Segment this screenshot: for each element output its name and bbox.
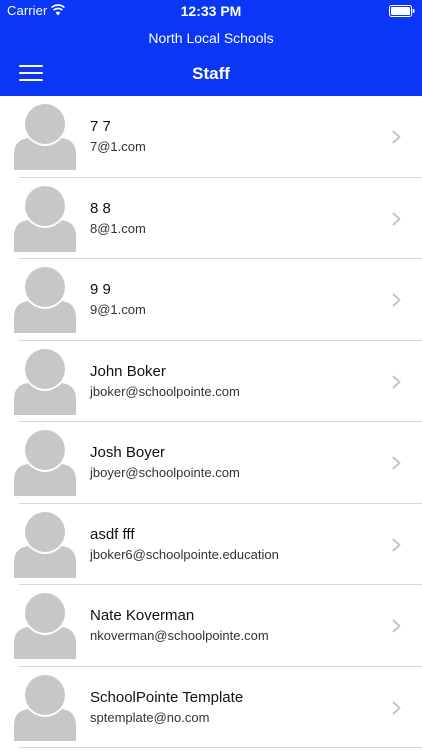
staff-name: SchoolPointe Template	[90, 688, 244, 706]
staff-row[interactable]: John Boker jboker@schoolpointe.com	[0, 341, 422, 422]
staff-email: jboyer@schoolpointe.com	[90, 465, 240, 480]
chevron-right-icon	[392, 456, 401, 470]
person-placeholder-icon	[14, 104, 76, 170]
row-separator	[19, 747, 422, 748]
nav-header: Carrier 12:33 PM North Local Schools Sta…	[0, 0, 422, 96]
staff-email: nkoverman@schoolpointe.com	[90, 628, 269, 643]
staff-list: 7 7 7@1.com 8 8 8@1.com 9 9 9@1.com John Boker…	[0, 96, 422, 750]
page-title: Staff	[192, 64, 230, 83]
chevron-right-icon	[392, 701, 401, 714]
status-time: 12:33 PM	[180, 3, 242, 19]
chevron-right-icon	[392, 212, 401, 225]
staff-row[interactable]: SchoolPointe Template sptemplate@no.com	[0, 667, 422, 748]
staff-name: Nate Koverman	[90, 607, 195, 624]
staff-row[interactable]: 9 9 9@1.com	[0, 259, 422, 341]
staff-email: jboker6@schoolpointe.education	[90, 546, 279, 562]
person-placeholder-icon	[14, 348, 76, 415]
person-placeholder-icon	[14, 593, 76, 659]
staff-name: 9 9	[90, 281, 111, 298]
battery-icon	[389, 5, 415, 17]
staff-email: jboker@schoolpointe.com	[90, 383, 240, 399]
person-placeholder-icon	[14, 185, 76, 252]
chevron-right-icon	[392, 619, 401, 633]
staff-row[interactable]: 7 7 7@1.com	[0, 96, 422, 178]
staff-email: 9@1.com	[90, 302, 146, 317]
status-bar: Carrier 12:33 PM	[0, 0, 422, 22]
org-name: North Local Schools	[148, 30, 274, 46]
staff-name: Josh Boyer	[90, 444, 166, 461]
staff-email: 8@1.com	[90, 220, 146, 236]
staff-email: 7@1.com	[90, 139, 146, 154]
staff-name: asdf fff	[90, 525, 135, 543]
staff-name: 7 7	[90, 118, 111, 135]
chevron-right-icon	[392, 293, 401, 307]
chevron-right-icon	[392, 538, 401, 551]
person-placeholder-icon	[14, 267, 76, 333]
person-placeholder-icon	[14, 511, 76, 578]
person-placeholder-icon	[14, 674, 76, 741]
staff-email: sptemplate@no.com	[90, 709, 210, 725]
staff-row[interactable]: asdf fff jboker6@schoolpointe.education	[0, 504, 422, 585]
staff-row[interactable]: 8 8 8@1.com	[0, 178, 422, 259]
staff-row[interactable]: Nate Koverman nkoverman@schoolpointe.com	[0, 585, 422, 667]
chevron-right-icon	[392, 375, 401, 388]
staff-name: John Boker	[90, 362, 166, 380]
staff-row[interactable]: Josh Boyer jboyer@schoolpointe.com	[0, 422, 422, 504]
person-placeholder-icon	[14, 430, 76, 496]
staff-name: 8 8	[90, 199, 111, 217]
chevron-right-icon	[392, 130, 401, 144]
